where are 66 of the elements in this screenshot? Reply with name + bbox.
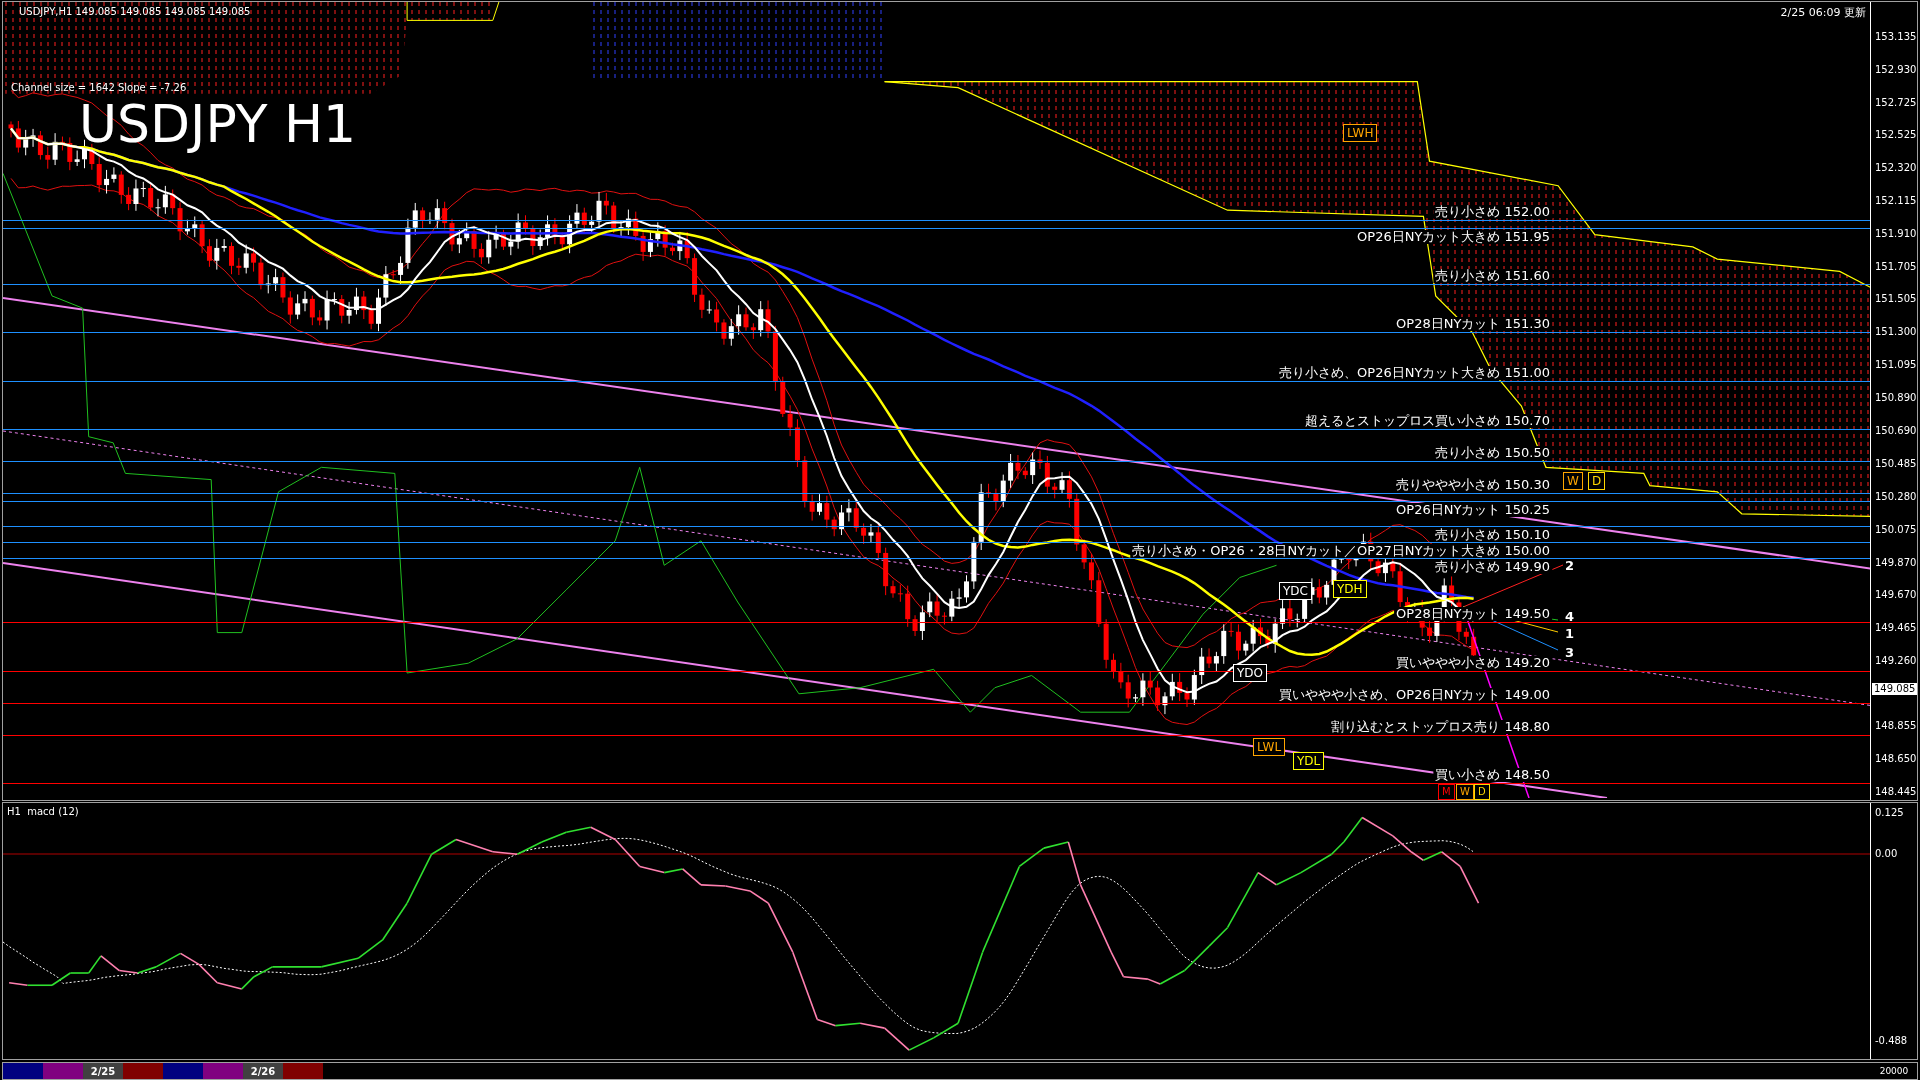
level-label: 売り小さめ・OP26・28日NYカット／OP27日NYカット大きめ 150.00: [1130, 543, 1552, 558]
level-label: 売り小さめ、OP26日NYカット大きめ 151.00: [1277, 365, 1552, 380]
trend-number: 1: [1565, 627, 1575, 641]
level-label: 買い小さめ 148.50: [1433, 768, 1552, 783]
level-label: 売り小さめ 150.10: [1433, 527, 1552, 542]
volume-label: 20000: [1878, 1065, 1910, 1078]
level-label: 買いややや小さめ、OP26日NYカット 149.00: [1277, 687, 1552, 702]
trend-number: 4: [1565, 610, 1575, 624]
marker-tag: YDO: [1233, 664, 1267, 682]
price-tick-label: 149.465: [1875, 621, 1917, 634]
chart-title: USDJPY H1: [79, 96, 357, 154]
current-price-badge: 149.085: [1872, 683, 1918, 696]
price-tick-label: 152.320: [1875, 162, 1917, 175]
price-tick-label: 150.890: [1875, 392, 1917, 405]
price-tick-label: 149.670: [1875, 588, 1917, 601]
price-tick-label: 150.280: [1875, 490, 1917, 503]
price-tick-label: 150.485: [1875, 457, 1917, 470]
date-marker: 2/25: [83, 1063, 123, 1079]
level-label: 超えるとストップロス買い小さめ 150.70: [1303, 414, 1552, 429]
update-time: 2/25 06:09 更新: [1780, 5, 1866, 20]
marker-tag: W: [1563, 472, 1583, 490]
marker-tag: YDL: [1293, 752, 1325, 770]
price-tick-label: 151.910: [1875, 228, 1917, 241]
marker-tag: M: [1438, 784, 1455, 800]
macd-tick-label: 0.125: [1875, 807, 1904, 819]
macd-tick-label: -0.488: [1875, 1035, 1908, 1047]
price-tick-label: 148.855: [1875, 720, 1917, 733]
marker-tag: YDH: [1333, 580, 1367, 598]
marker-tag: D: [1588, 472, 1606, 490]
price-tick-label: 149.260: [1875, 654, 1917, 667]
level-label: OP26日NYカット大きめ 151.95: [1355, 229, 1552, 244]
price-tick-label: 151.095: [1875, 359, 1917, 372]
price-tick-label: 152.115: [1875, 195, 1917, 208]
level-label: OP26日NYカット 150.25: [1394, 503, 1552, 518]
level-label: 売り小さめ 151.60: [1433, 269, 1552, 284]
trend-number: 2: [1565, 559, 1575, 573]
level-label: OP28日NYカット 149.50: [1394, 607, 1552, 622]
price-tick-label: 152.725: [1875, 97, 1917, 109]
level-label: OP28日NYカット 151.30: [1394, 317, 1552, 332]
trend-number: 3: [1565, 646, 1575, 660]
marker-tag: YDC: [1279, 582, 1312, 600]
level-label: 割り込むとストップロス売り 148.80: [1329, 719, 1552, 734]
price-tick-label: 151.505: [1875, 293, 1917, 306]
price-tick-label: 152.930: [1875, 64, 1917, 76]
marker-tag: D: [1474, 784, 1490, 800]
level-label: 売りややや小さめ 150.30: [1394, 478, 1552, 493]
macd-tick-label: 0.00: [1875, 848, 1898, 860]
marker-tag: W: [1456, 784, 1474, 800]
level-label: 売り小さめ 149.90: [1433, 559, 1552, 574]
price-tick-label: 148.445: [1875, 786, 1917, 799]
price-tick-label: 153.135: [1875, 31, 1917, 43]
price-tick-label: 150.075: [1875, 523, 1917, 536]
level-label: 買いややや小さめ 149.20: [1394, 655, 1552, 670]
level-label: 売り小さめ 150.50: [1433, 446, 1552, 461]
price-tick-label: 148.650: [1875, 753, 1917, 766]
price-tick-label: 149.870: [1875, 556, 1917, 569]
date-marker: 2/26: [243, 1063, 283, 1079]
marker-tag: LWH: [1343, 124, 1378, 142]
price-tick-label: 150.690: [1875, 424, 1917, 437]
symbol-quote: USDJPY,H1 149.085 149.085 149.085 149.085: [19, 6, 251, 17]
price-tick-label: 151.300: [1875, 326, 1917, 339]
channel-info: Channel size = 1642 Slope = -7.26: [11, 82, 187, 93]
price-tick-label: 151.705: [1875, 261, 1917, 274]
macd-title: H1 macd (12): [7, 806, 79, 817]
price-tick-label: 152.525: [1875, 129, 1917, 142]
marker-tag: LWL: [1253, 738, 1286, 756]
